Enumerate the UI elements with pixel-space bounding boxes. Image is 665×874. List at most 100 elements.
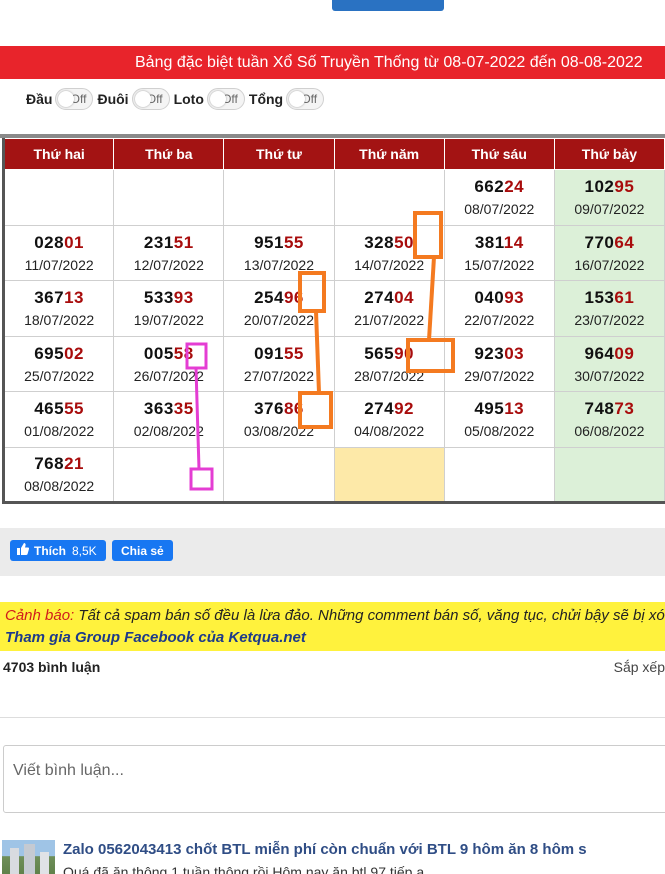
special-prize-number: 77064	[555, 233, 664, 253]
comment-author-title[interactable]: Zalo 0562043413 chốt BTL miễn phí còn ch…	[63, 841, 587, 858]
special-prize-number: 46555	[5, 399, 113, 419]
toggle-dau[interactable]: Off	[55, 88, 94, 110]
comment-sort-dropdown[interactable]: Sắp xếp	[614, 659, 665, 675]
result-cell: 69502 25/07/2022	[2, 335, 115, 392]
number-tail-digits: 86	[283, 399, 304, 419]
facebook-group-link[interactable]: Tham gia Group Facebook của Ketqua.net	[5, 627, 665, 649]
top-action-button[interactable]	[332, 0, 444, 11]
number-tail-digits: 24	[504, 177, 525, 197]
number-head-digits: 363	[143, 399, 174, 419]
number-head-digits: 770	[584, 232, 615, 252]
number-tail-digits: 90	[394, 343, 414, 363]
today-cell	[333, 446, 445, 503]
weekly-special-banner: Bảng đặc biệt tuần Xổ Số Truyền Thống từ…	[0, 46, 665, 79]
number-head-digits: 005	[143, 343, 174, 363]
result-cell: 27492 04/08/2022	[333, 391, 445, 448]
avatar[interactable]	[2, 840, 55, 874]
number-tail-digits: 09	[614, 343, 635, 363]
facebook-share-button[interactable]: Chia sẻ	[112, 540, 173, 561]
special-prize-number: 56590	[335, 344, 444, 364]
toggle-tong[interactable]: Off	[286, 88, 325, 110]
weekday-header: Thứ hai	[2, 138, 115, 170]
number-head-digits: 040	[474, 288, 505, 308]
draw-date: 28/07/2022	[354, 367, 425, 384]
calendar-week-row: 46555 01/08/2022 36335 02/08/2022 37686 03/08…	[2, 391, 665, 448]
special-prize-number: 27492	[335, 399, 444, 419]
weekday-header: Thứ sáu	[443, 138, 555, 170]
result-cell: 38114 15/07/2022	[443, 224, 555, 281]
number-tail-digits: 13	[504, 399, 525, 419]
number-tail-digits: 64	[614, 232, 635, 252]
special-prize-number: 23151	[114, 233, 223, 253]
result-cell: 15361 23/07/2022	[553, 280, 665, 337]
number-head-digits: 028	[34, 232, 65, 252]
calendar-week-row: 66224 08/07/2022 10295 09/07/2022	[2, 169, 665, 226]
calendar-week-row: 36713 18/07/2022 53393 19/07/2022 25496 20/07…	[2, 280, 665, 337]
number-tail-digits: 95	[614, 177, 635, 197]
empty-cell	[333, 169, 445, 226]
special-prize-number: 25496	[224, 288, 333, 308]
results-calendar-table: Thứ hai Thứ ba Thứ tư Thứ năm Thứ sáu Th…	[2, 138, 665, 504]
share-label: Chia sẻ	[121, 543, 164, 558]
result-cell: 00558 26/07/2022	[113, 335, 225, 392]
number-tail-digits: 55	[283, 343, 304, 363]
result-cell: 96409 30/07/2022	[553, 335, 665, 392]
number-tail-digits: 21	[64, 454, 85, 474]
calendar-week-row: 69502 25/07/2022 00558 26/07/2022 09155 27/07…	[2, 335, 665, 392]
empty-cell	[443, 446, 555, 503]
calendar-week-row: 02801 11/07/2022 23151 12/07/2022 95155 13/07…	[2, 224, 665, 281]
toggle-label-duoi: Đuôi	[97, 91, 129, 107]
number-head-digits: 231	[143, 232, 174, 252]
result-cell: 46555 01/08/2022	[2, 391, 115, 448]
number-tail-digits: 58	[173, 343, 194, 363]
warning-text: Tất cả spam bán số đều là lừa đảo. Những…	[78, 607, 665, 624]
draw-date: 20/07/2022	[243, 312, 314, 329]
weekday-header-row: Thứ hai Thứ ba Thứ tư Thứ năm Thứ sáu Th…	[2, 138, 665, 170]
weekday-header: Thứ ba	[113, 138, 225, 170]
draw-date: 15/07/2022	[464, 256, 535, 273]
empty-cell	[223, 446, 335, 503]
comment-input[interactable]: Viết bình luận...	[3, 745, 665, 813]
special-prize-number: 32850	[335, 233, 444, 253]
result-cell: 27404 21/07/2022	[333, 280, 445, 337]
result-cell: 49513 05/08/2022	[443, 391, 555, 448]
draw-date: 25/07/2022	[24, 367, 95, 384]
toggle-label-loto: Loto	[173, 91, 204, 107]
toggle-duoi[interactable]: Off	[131, 88, 170, 110]
number-head-digits: 153	[584, 288, 615, 308]
result-cell: 56590 28/07/2022	[333, 335, 445, 392]
number-head-digits: 274	[364, 399, 395, 419]
number-head-digits: 367	[34, 288, 65, 308]
warning-label: Cảnh báo:	[5, 607, 75, 624]
special-prize-number: 36335	[114, 399, 223, 419]
special-prize-number: 96409	[555, 344, 664, 364]
special-prize-number: 53393	[114, 288, 223, 308]
comment-divider	[0, 717, 665, 718]
result-cell: 04093 22/07/2022	[443, 280, 555, 337]
facebook-like-button[interactable]: Thích 8,5K	[10, 540, 106, 561]
draw-date: 04/08/2022	[354, 423, 425, 440]
number-head-digits: 274	[364, 288, 395, 308]
draw-date: 27/07/2022	[243, 367, 314, 384]
number-tail-digits: 93	[173, 288, 194, 308]
number-tail-digits: 55	[64, 399, 85, 419]
result-cell: 53393 19/07/2022	[113, 280, 225, 337]
special-prize-number: 27404	[335, 288, 444, 308]
result-cell: 74873 06/08/2022	[553, 391, 665, 448]
draw-date: 06/08/2022	[574, 423, 645, 440]
number-tail-digits: 02	[64, 343, 85, 363]
draw-date: 29/07/2022	[464, 367, 535, 384]
draw-date: 01/08/2022	[24, 423, 95, 440]
empty-cell	[113, 169, 225, 226]
result-cell: 25496 20/07/2022	[223, 280, 335, 337]
number-head-digits: 951	[254, 232, 284, 252]
empty-cell	[2, 169, 115, 226]
toggle-loto[interactable]: Off	[206, 88, 245, 110]
number-head-digits: 695	[34, 343, 65, 363]
number-head-digits: 533	[143, 288, 174, 308]
number-tail-digits: 03	[504, 343, 525, 363]
empty-cell	[113, 446, 225, 503]
result-cell: 09155 27/07/2022	[223, 335, 335, 392]
draw-date: 13/07/2022	[243, 256, 314, 273]
number-head-digits: 376	[254, 399, 284, 419]
